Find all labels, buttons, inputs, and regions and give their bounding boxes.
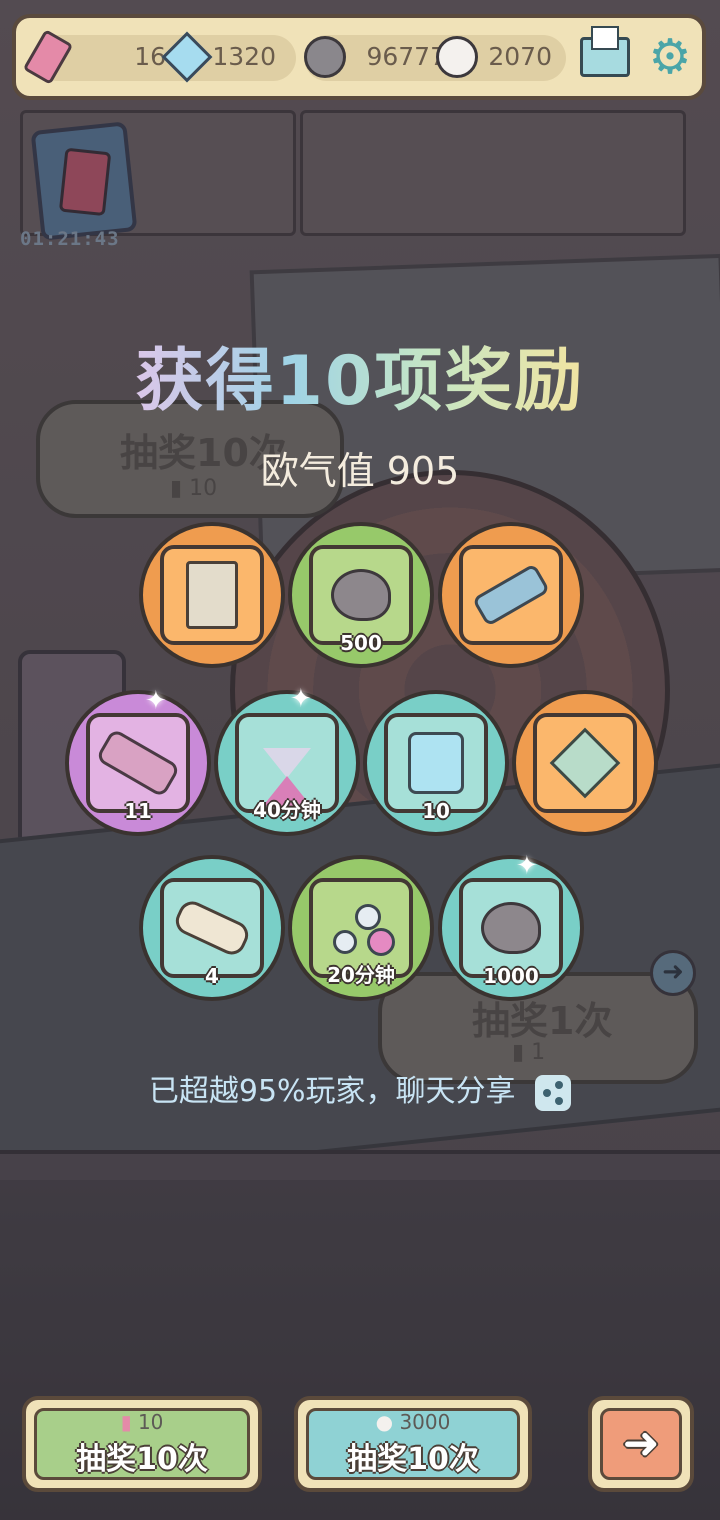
stone-tablet-icon bbox=[186, 561, 238, 629]
reward-tile bbox=[160, 545, 264, 645]
blue-crystal-icon bbox=[161, 31, 213, 83]
pink-scope-icon bbox=[95, 727, 181, 799]
gray-speech-bubble-icon bbox=[300, 30, 350, 84]
gray-blob-icon bbox=[481, 902, 541, 954]
reward-qty: 11 bbox=[124, 799, 152, 823]
reward-item[interactable]: 40分钟 ✦ bbox=[214, 684, 360, 836]
reward-item[interactable] bbox=[139, 522, 285, 668]
reward-title: 获得10项奖励 bbox=[0, 325, 720, 424]
white-bubble-count: 2070 bbox=[488, 42, 552, 71]
sparkle-icon: ✦ bbox=[290, 684, 312, 714]
reward-tile: 20分钟 bbox=[309, 878, 413, 987]
reward-item[interactable]: 1000 ✦ bbox=[438, 851, 584, 1001]
white-speech-bubble-icon bbox=[432, 30, 482, 84]
molecule-icon bbox=[329, 900, 395, 956]
bubble-cost: ● 3000 bbox=[375, 1410, 451, 1434]
reward-tile: 500 bbox=[309, 545, 413, 655]
reward-tile: 1000 bbox=[459, 878, 563, 988]
reward-qty: 500 bbox=[340, 631, 382, 655]
pink-ticket-icon bbox=[22, 29, 74, 85]
button-face: ● 3000 抽奖10次 bbox=[306, 1408, 520, 1480]
ticket-draw-label: 抽奖10次 bbox=[76, 1442, 208, 1477]
potion-bottle-icon bbox=[408, 732, 464, 794]
button-face: ▮ 10 抽奖10次 bbox=[34, 1408, 250, 1480]
share-icon[interactable] bbox=[535, 1074, 572, 1111]
white-speech-bubble-icon: ● bbox=[375, 1410, 394, 1434]
crystal-count: 1320 bbox=[212, 42, 276, 71]
reward-tile bbox=[459, 545, 563, 645]
hourglass-icon bbox=[263, 748, 311, 806]
reward-item[interactable]: 500 bbox=[288, 522, 434, 668]
sparkle-icon: ✦ bbox=[516, 851, 538, 881]
reward-qty: 10 bbox=[422, 799, 450, 823]
draw-10-ticket-button[interactable]: ▮ 10 抽奖10次 bbox=[22, 1396, 262, 1492]
next-button[interactable]: ➜ bbox=[588, 1396, 694, 1492]
reward-qty: 4 bbox=[205, 964, 219, 988]
reward-item[interactable]: 20分钟 bbox=[288, 855, 434, 1001]
reward-item[interactable] bbox=[438, 522, 584, 668]
reward-qty: 40分钟 bbox=[253, 798, 321, 822]
reward-tile bbox=[533, 713, 637, 813]
reward-item[interactable]: 10 bbox=[363, 690, 509, 836]
luck-value: 欧气值 905 bbox=[260, 449, 460, 493]
reward-qty: 1000 bbox=[483, 964, 539, 988]
gray-blob-icon bbox=[331, 569, 391, 621]
telescope-icon bbox=[471, 563, 551, 627]
button-face: ➜ bbox=[600, 1408, 682, 1480]
pink-ticket-icon: ▮ bbox=[120, 1410, 132, 1434]
mail-icon[interactable] bbox=[578, 26, 632, 86]
reward-item[interactable]: 4 bbox=[139, 855, 285, 1001]
reward-tile: 4 bbox=[160, 878, 264, 988]
crystal-cluster-icon bbox=[549, 727, 621, 799]
reward-item[interactable]: 11 ✦ bbox=[65, 686, 211, 836]
arrow-right-icon: ➜ bbox=[622, 1418, 660, 1469]
reward-item[interactable] bbox=[512, 690, 658, 836]
reward-tile: 10 bbox=[384, 713, 488, 823]
ticket-cost: ▮ 10 bbox=[120, 1410, 164, 1434]
reward-tile: 11 bbox=[86, 713, 190, 823]
scroll-icon bbox=[171, 896, 253, 960]
reward-tile: 40分钟 bbox=[235, 713, 339, 822]
ticket-count: 16 bbox=[134, 42, 166, 71]
gear-icon[interactable]: ⚙ bbox=[642, 28, 698, 86]
reward-qty: 20分钟 bbox=[327, 963, 395, 987]
currency-bar: 16 1320 96777 2070 ⚙ bbox=[12, 14, 706, 100]
sparkle-icon: ✦ bbox=[145, 686, 167, 716]
share-row[interactable]: 已超越95%玩家，聊天分享 bbox=[0, 1066, 720, 1111]
share-text: 已超越95%玩家，聊天分享 bbox=[148, 1074, 516, 1109]
draw-10-bubble-button[interactable]: ● 3000 抽奖10次 bbox=[294, 1396, 532, 1492]
bubble-draw-label: 抽奖10次 bbox=[347, 1442, 479, 1477]
